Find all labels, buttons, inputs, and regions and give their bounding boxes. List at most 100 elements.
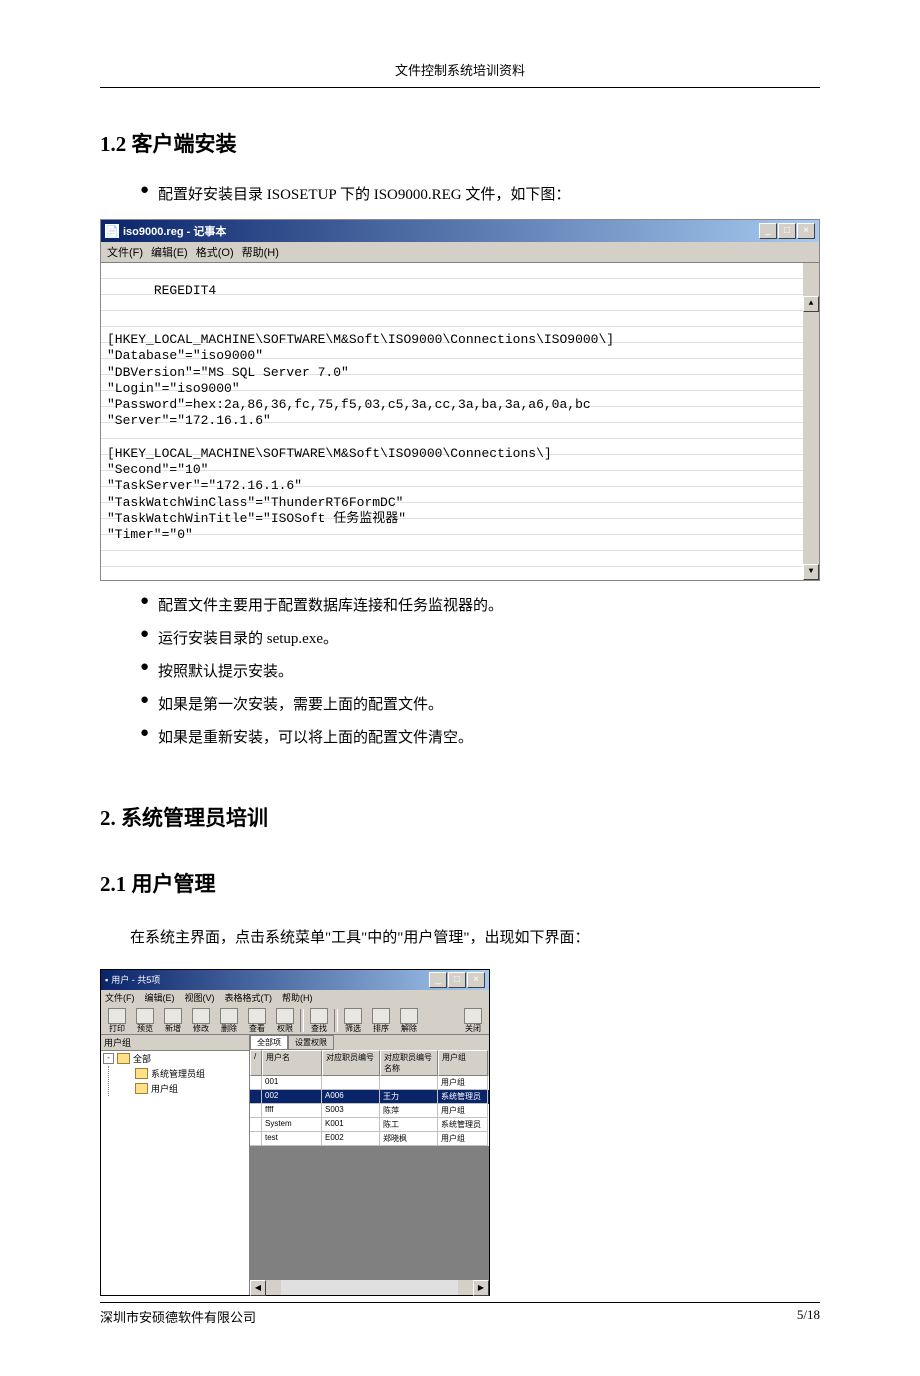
- menu-item[interactable]: 帮助(H): [282, 993, 313, 1003]
- toolbar-icon: [276, 1008, 294, 1024]
- header-rule: [100, 87, 820, 88]
- scroll-right-icon[interactable]: ▶: [473, 1280, 489, 1296]
- usermgr-title: 用户 - 共5项: [111, 973, 429, 986]
- tree-item[interactable]: 系统管理员组: [133, 1066, 249, 1081]
- bullet-text: 配置文件主要用于配置数据库连接和任务监视器的。: [158, 593, 503, 620]
- footer-company: 深圳市安硕德软件有限公司: [100, 1307, 256, 1326]
- table-cell: [250, 1076, 262, 1090]
- menu-item[interactable]: 视图(V): [185, 993, 215, 1003]
- column-header[interactable]: 用户组: [438, 1050, 488, 1076]
- tree-item[interactable]: 用户组: [133, 1081, 249, 1096]
- toolbar-新增[interactable]: 新增: [159, 1007, 187, 1034]
- column-header[interactable]: 对应职员编号名称: [380, 1050, 438, 1076]
- minimize-button[interactable]: _: [759, 223, 777, 239]
- toolbar-label: 新增: [165, 1025, 181, 1033]
- folder-icon: [117, 1053, 130, 1064]
- toolbar-解除[interactable]: 解除: [395, 1007, 423, 1034]
- menu-item[interactable]: 帮助(H): [242, 247, 279, 259]
- grid-tab[interactable]: 设置权限: [288, 1035, 334, 1050]
- table-cell: S003: [322, 1104, 380, 1118]
- bullet-item: ●如果是第一次安装，需要上面的配置文件。: [140, 692, 820, 719]
- toolbar-label: 查看: [249, 1025, 265, 1033]
- collapse-icon[interactable]: -: [103, 1053, 114, 1064]
- toolbar-icon: [192, 1008, 210, 1024]
- column-header[interactable]: 用户名: [262, 1050, 322, 1076]
- scroll-left-icon[interactable]: ◀: [250, 1280, 266, 1296]
- toolbar-label: 查找: [311, 1025, 327, 1033]
- toolbar-icon: [108, 1008, 126, 1024]
- bullet-item: ●按照默认提示安装。: [140, 659, 820, 686]
- toolbar-icon: [220, 1008, 238, 1024]
- bullet-text: 运行安装目录的 setup.exe。: [158, 626, 338, 653]
- maximize-button[interactable]: □: [448, 972, 466, 988]
- table-row[interactable]: testE002郑晓枫用户组: [250, 1132, 489, 1146]
- toolbar-查找[interactable]: 查找: [305, 1007, 333, 1034]
- notepad-menubar[interactable]: 文件(F) 编辑(E) 格式(O) 帮助(H): [101, 242, 819, 263]
- maximize-button[interactable]: □: [778, 223, 796, 239]
- toolbar-关闭[interactable]: 关闭: [459, 1007, 487, 1034]
- table-cell: [380, 1076, 438, 1090]
- table-cell: System: [262, 1118, 322, 1132]
- toolbar-修改[interactable]: 修改: [187, 1007, 215, 1034]
- heading-2-1: 2.1 用户管理: [100, 868, 820, 898]
- table-row[interactable]: 001用户组: [250, 1076, 489, 1090]
- table-cell: [250, 1104, 262, 1118]
- grid-hscroll[interactable]: ◀ ▶: [250, 1280, 489, 1295]
- toolbar-打印[interactable]: 打印: [103, 1007, 131, 1034]
- toolbar-排序[interactable]: 排序: [367, 1007, 395, 1034]
- scroll-up-icon[interactable]: ▲: [803, 296, 819, 312]
- table-row[interactable]: ffffS003陈萍用户组: [250, 1104, 489, 1118]
- bullet-text: 配置好安装目录 ISOSETUP 下的 ISO9000.REG 文件，如下图：: [158, 182, 570, 209]
- toolbar-删除[interactable]: 删除: [215, 1007, 243, 1034]
- table-cell: K001: [322, 1118, 380, 1132]
- bullet-dot-icon: ●: [140, 182, 158, 209]
- usermgr-toolbar: 打印预览新增修改删除查看权限查找 筛选排序解除关闭: [101, 1005, 489, 1035]
- paragraph-2-1: 在系统主界面，点击系统菜单"工具"中的"用户管理"，出现如下界面：: [100, 922, 820, 955]
- table-cell: 郑晓枫: [380, 1132, 438, 1146]
- table-cell: 系统管理员: [438, 1118, 488, 1132]
- toolbar-icon: [248, 1008, 266, 1024]
- table-row[interactable]: 002A006王力系统管理员: [250, 1090, 489, 1104]
- table-cell: [250, 1132, 262, 1146]
- close-button[interactable]: ×: [467, 972, 485, 988]
- bullet-text: 如果是第一次安装，需要上面的配置文件。: [158, 692, 443, 719]
- bullet-dot-icon: ●: [140, 626, 158, 653]
- tree-root[interactable]: - 全部: [101, 1051, 249, 1066]
- page-header: 文件控制系统培训资料: [100, 60, 820, 79]
- column-header[interactable]: 对应职员编号: [322, 1050, 380, 1076]
- grid-tab[interactable]: 全部项: [250, 1035, 288, 1050]
- usermgr-tree[interactable]: 用户组 - 全部 系统管理员组用户组: [101, 1035, 250, 1295]
- menu-item[interactable]: 编辑(E): [151, 247, 188, 259]
- notepad-content: REGEDIT4 [HKEY_LOCAL_MACHINE\SOFTWARE\M&…: [107, 283, 614, 542]
- notepad-scrollbar[interactable]: ▲ ▼: [803, 263, 819, 580]
- usermgr-titlebar: ▪ 用户 - 共5项 _ □ ×: [101, 970, 489, 990]
- toolbar-预览[interactable]: 预览: [131, 1007, 159, 1034]
- table-cell: 002: [262, 1090, 322, 1104]
- notepad-titlebar: 📄 iso9000.reg - 记事本 _ □ ×: [101, 220, 819, 242]
- close-button[interactable]: ×: [797, 223, 815, 239]
- tree-root-label: 全部: [133, 1052, 151, 1065]
- heading-2: 2. 系统管理员培训: [100, 802, 820, 832]
- menu-item[interactable]: 格式(O): [196, 247, 234, 259]
- table-cell: [250, 1090, 262, 1104]
- column-header[interactable]: /: [250, 1050, 262, 1076]
- toolbar-权限[interactable]: 权限: [271, 1007, 299, 1034]
- toolbar-label: 关闭: [465, 1025, 481, 1033]
- menu-item[interactable]: 编辑(E): [145, 993, 175, 1003]
- menu-item[interactable]: 文件(F): [107, 247, 143, 259]
- menu-item[interactable]: 文件(F): [105, 993, 135, 1003]
- toolbar-icon: [310, 1008, 328, 1024]
- table-cell: [322, 1076, 380, 1090]
- table-row[interactable]: SystemK001陈工系统管理员: [250, 1118, 489, 1132]
- table-cell: 陈萍: [380, 1104, 438, 1118]
- toolbar-筛选[interactable]: 筛选: [339, 1007, 367, 1034]
- table-cell: [250, 1118, 262, 1132]
- minimize-button[interactable]: _: [429, 972, 447, 988]
- toolbar-查看[interactable]: 查看: [243, 1007, 271, 1034]
- scroll-down-icon[interactable]: ▼: [803, 564, 819, 580]
- usermgr-menubar[interactable]: 文件(F) 编辑(E) 视图(V) 表格格式(T) 帮助(H): [101, 990, 489, 1005]
- bullet-dot-icon: ●: [140, 692, 158, 719]
- table-cell: test: [262, 1132, 322, 1146]
- menu-item[interactable]: 表格格式(T): [225, 993, 273, 1003]
- bullet-item: ●运行安装目录的 setup.exe。: [140, 626, 820, 653]
